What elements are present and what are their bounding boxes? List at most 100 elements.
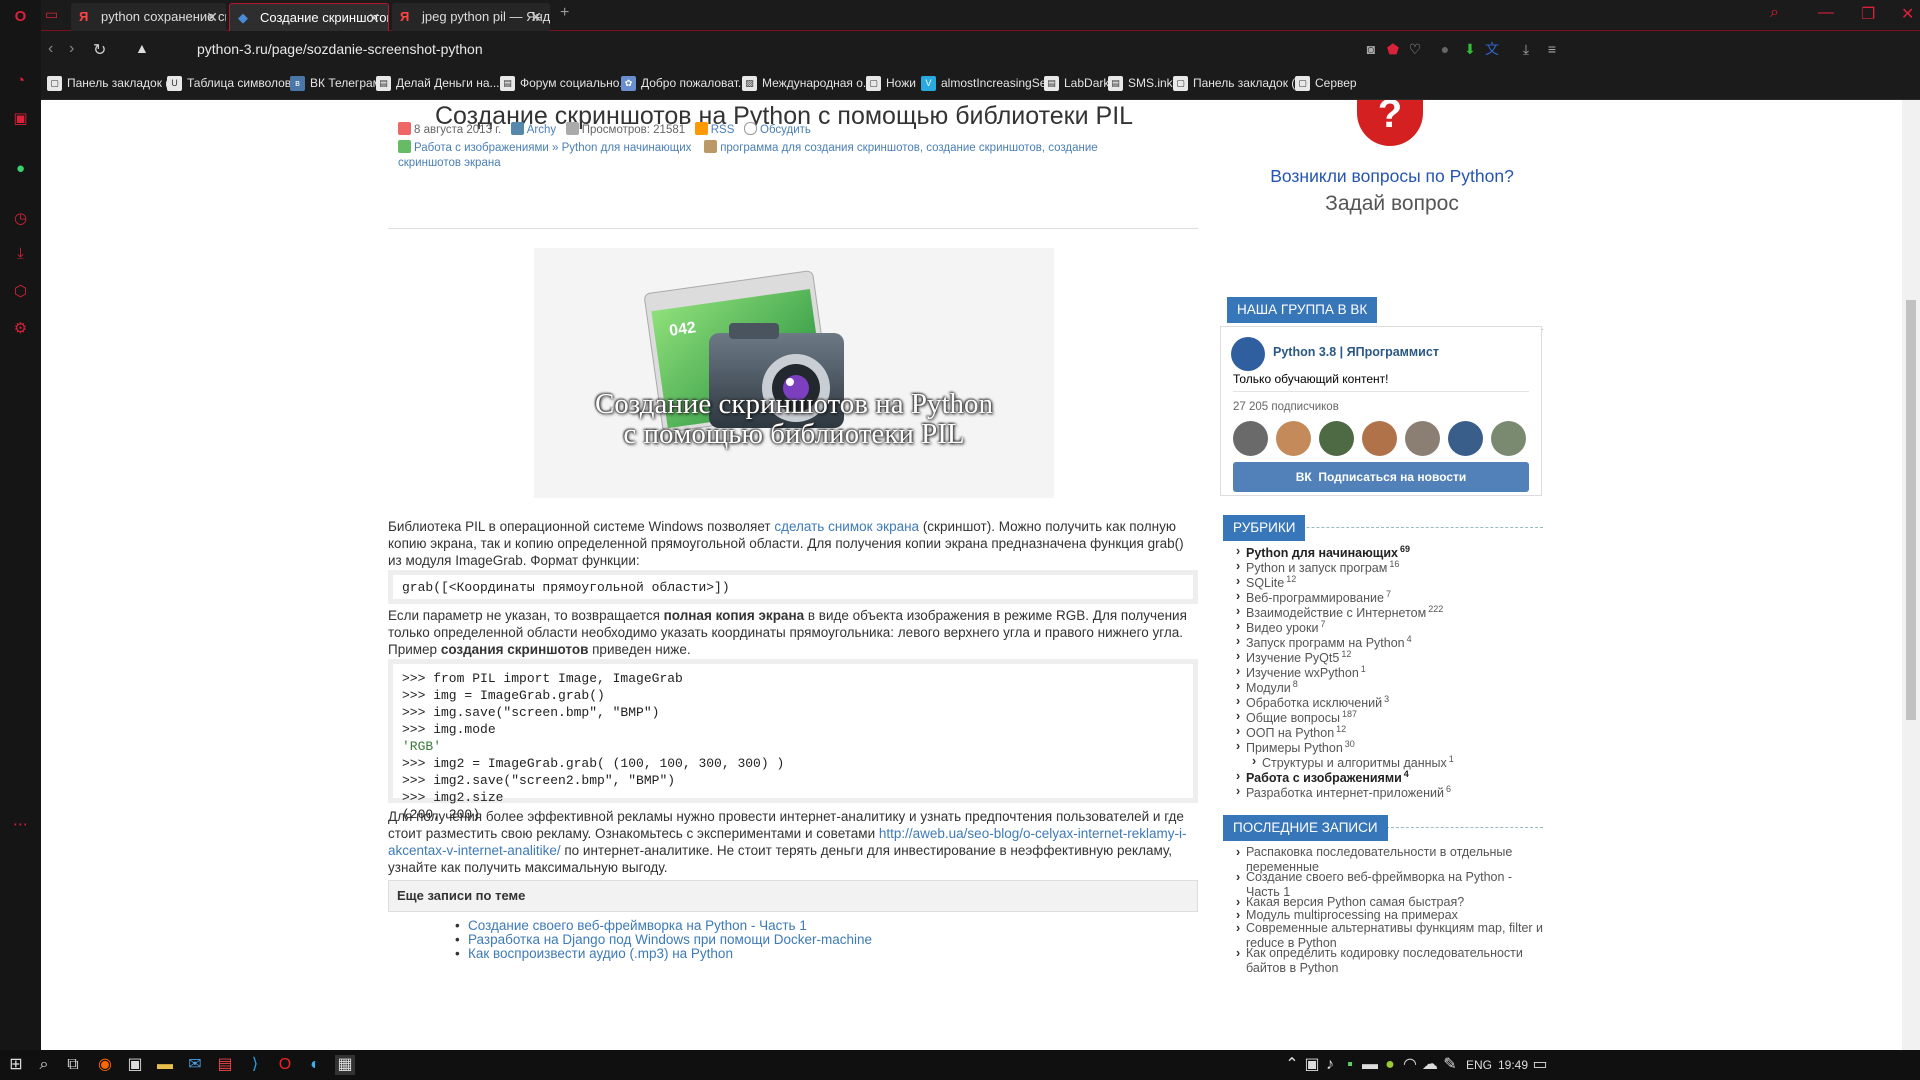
heart-icon[interactable]: ♡ xyxy=(1407,41,1423,57)
search-tabs-icon[interactable]: ⌕ xyxy=(1770,4,1779,22)
close-window-icon[interactable]: ✕ xyxy=(1901,4,1914,24)
opera-icon[interactable]: O xyxy=(275,1055,295,1075)
language-indicator[interactable]: ENG xyxy=(1466,1058,1492,1072)
category-links[interactable]: Работа с изображениями » Python для начи… xyxy=(414,142,691,154)
bookmark[interactable]: ▤ SMS.ink xyxy=(1108,76,1173,91)
author-link[interactable]: Archy xyxy=(527,124,556,136)
rubric-link[interactable]: Веб-программирование7 xyxy=(1236,589,1391,605)
windows-start-icon[interactable]: ⊞ xyxy=(6,1055,26,1075)
store-icon[interactable]: ▣ xyxy=(125,1055,145,1075)
avatar[interactable] xyxy=(1362,421,1397,456)
vk-group-name[interactable]: Python 3.8 | ЯПрограммист xyxy=(1273,345,1439,359)
forward-icon[interactable]: › xyxy=(69,40,74,58)
bookmark[interactable]: ▤ Форум социально... xyxy=(500,76,629,91)
history-icon[interactable]: ◷ xyxy=(12,210,29,227)
rubric-link[interactable]: Изучение PyQt512 xyxy=(1236,649,1351,665)
active-app-icon[interactable]: ▦ xyxy=(335,1055,355,1075)
wifi-icon[interactable]: ◠ xyxy=(1400,1055,1420,1075)
reload-icon[interactable]: ↻ xyxy=(93,40,106,60)
mail-icon[interactable]: ✉ xyxy=(185,1055,205,1075)
clock[interactable]: 19:49 xyxy=(1498,1058,1528,1072)
notifications-icon[interactable]: ▭ xyxy=(1530,1055,1550,1075)
minimize-icon[interactable]: — xyxy=(1818,4,1834,22)
downloads-icon[interactable]: ⤓ xyxy=(12,245,29,262)
close-tab-icon[interactable]: ✕ xyxy=(368,4,380,31)
scrollbar-thumb[interactable] xyxy=(1906,300,1916,720)
related-link[interactable]: Создание своего веб-фреймворка на Python… xyxy=(455,918,807,933)
discuss-link[interactable]: Обсудить xyxy=(760,124,811,136)
bookmark[interactable]: ✿ Добро пожаловат... xyxy=(621,76,748,91)
screenshot-link[interactable]: сделать снимок экрана xyxy=(774,519,919,534)
edge-icon[interactable]: ◐ xyxy=(305,1055,325,1075)
page-scrollbar[interactable] xyxy=(1902,100,1920,1050)
bookmark[interactable]: ▤ LabDark xyxy=(1044,76,1109,91)
bookmark-folder[interactable]: ▢ Ножи xyxy=(866,76,916,91)
app-icon[interactable]: ◉ xyxy=(95,1055,115,1075)
bookmark-folder[interactable]: ▢ Панель закладок (... xyxy=(1173,76,1305,91)
vk-subscribe-button[interactable]: ВК Подписаться на новости xyxy=(1233,462,1529,492)
url-field[interactable]: python-3.ru/page/sozdanie-screenshot-pyt… xyxy=(197,41,483,57)
file-explorer-icon[interactable]: ▬ xyxy=(155,1055,175,1075)
twitch-icon[interactable]: ▣ xyxy=(12,110,29,127)
tray-icon[interactable]: ● xyxy=(1380,1055,1400,1075)
rubric-link[interactable]: Запуск программ на Python4 xyxy=(1236,634,1412,650)
rubric-link[interactable]: SQLite12 xyxy=(1236,574,1296,590)
snapshot-icon[interactable]: ◙ xyxy=(1363,41,1379,57)
tab-jpeg-pil[interactable]: Я jpeg python pil — Яндекс ✕ xyxy=(392,3,550,31)
task-view-icon[interactable]: ⧉ xyxy=(63,1055,83,1075)
avatar[interactable] xyxy=(1319,421,1354,456)
restore-icon[interactable]: ❐ xyxy=(1861,4,1875,24)
related-link[interactable]: Разработка на Django под Windows при пом… xyxy=(455,932,872,947)
rubric-link[interactable]: Взаимодействие с Интернетом222 xyxy=(1236,604,1443,620)
rss-link[interactable]: RSS xyxy=(711,124,735,136)
vk-group-avatar[interactable] xyxy=(1231,337,1265,371)
avatar[interactable] xyxy=(1491,421,1526,456)
close-tab-icon[interactable]: ✕ xyxy=(530,3,542,31)
tray-icon[interactable]: ▬ xyxy=(1360,1055,1380,1075)
avatar[interactable] xyxy=(1405,421,1440,456)
bookmark-folder[interactable]: ▢ Панель закладок (... xyxy=(47,76,179,91)
rubric-link[interactable]: Python для начинающих69 xyxy=(1236,544,1410,560)
vscode-icon[interactable]: ⟩ xyxy=(245,1055,265,1075)
more-icon[interactable]: ⋯ xyxy=(12,816,29,833)
volume-icon[interactable]: ♪ xyxy=(1320,1055,1340,1075)
new-tab-icon[interactable]: + xyxy=(560,4,569,22)
rubric-link[interactable]: Примеры Python30 xyxy=(1236,739,1355,755)
related-link[interactable]: Как воспроизвести аудио (.mp3) на Python xyxy=(455,946,733,961)
tag-link[interactable]: скриншотов экрана xyxy=(398,157,501,169)
menu-icon[interactable]: ≡ xyxy=(1544,41,1560,57)
speed-dial-icon[interactable]: ◔ xyxy=(12,72,29,89)
rubric-link[interactable]: Видео уроки7 xyxy=(1236,619,1326,635)
rubric-link[interactable]: ООП на Python12 xyxy=(1236,724,1346,740)
avatar[interactable] xyxy=(1233,421,1268,456)
back-icon[interactable]: ‹ xyxy=(48,40,53,58)
ask-title-link[interactable]: Возникли вопросы по Python? xyxy=(1227,166,1557,187)
tab-sozdanie[interactable]: ◆ Создание скриншотов на ✕ xyxy=(229,3,389,31)
pdf-icon[interactable]: ▤ xyxy=(215,1055,235,1075)
downloads-icon[interactable]: ⤓ xyxy=(1518,41,1534,57)
bookmark[interactable]: ▨ Международная о... xyxy=(742,76,873,91)
ask-subtitle[interactable]: Задай вопрос xyxy=(1227,192,1557,216)
whatsapp-icon[interactable]: ● xyxy=(12,160,29,177)
extension-icon[interactable]: ● xyxy=(1437,41,1453,57)
search-icon[interactable]: ⌕ xyxy=(34,1055,54,1075)
close-tab-icon[interactable]: ✕ xyxy=(206,3,218,31)
bookmark-folder[interactable]: ▢ Сервер xyxy=(1295,76,1357,91)
cloud-icon[interactable]: ☁ xyxy=(1420,1055,1440,1075)
rubric-link[interactable]: Разработка интернет-приложений6 xyxy=(1236,784,1451,800)
bookmark[interactable]: ValmostIncreasingSe... xyxy=(921,76,1056,91)
workspace-icon[interactable]: ▭ xyxy=(45,6,58,23)
warning-icon[interactable]: ▲ xyxy=(135,40,149,56)
extensions-icon[interactable]: ⬡ xyxy=(12,283,29,300)
tag-links[interactable]: программа для создания скриншотов, созда… xyxy=(720,142,1098,154)
pen-icon[interactable]: ✎ xyxy=(1440,1055,1460,1075)
bookmark[interactable]: U Таблица символов... xyxy=(167,76,301,91)
tray-expand-icon[interactable]: ⌃ xyxy=(1282,1055,1302,1075)
settings-icon[interactable]: ⚙ xyxy=(12,320,29,337)
rubric-link-sub[interactable]: Структуры и алгоритмы данных1 xyxy=(1252,754,1454,770)
adblock-icon[interactable]: ⬟ xyxy=(1385,41,1401,57)
recent-post-link[interactable]: Как определить кодировку последовательно… xyxy=(1236,946,1546,976)
translate-icon[interactable]: 文 xyxy=(1484,41,1500,57)
rubric-link[interactable]: Работа с изображениями4 xyxy=(1236,769,1409,785)
opera-logo-icon[interactable]: O xyxy=(12,8,29,25)
